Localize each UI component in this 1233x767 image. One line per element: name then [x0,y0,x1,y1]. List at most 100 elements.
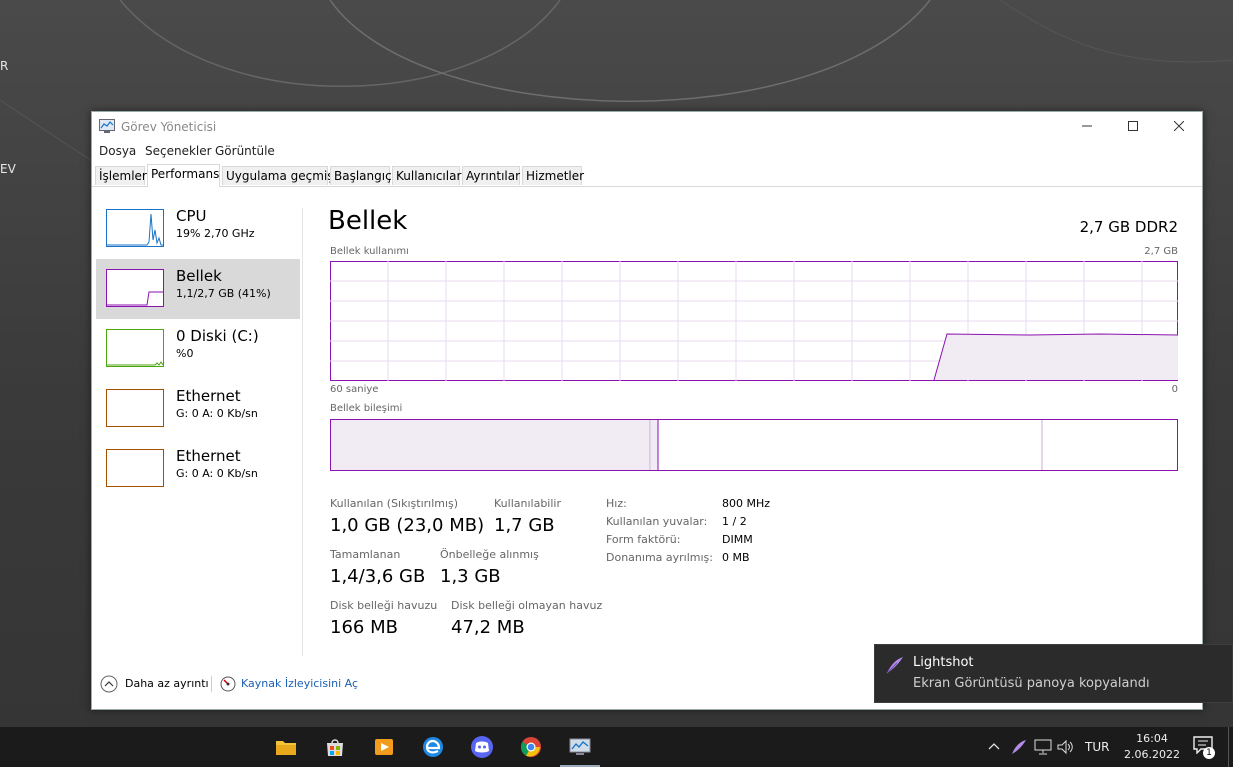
ethernet-thumbnail-graph [106,389,164,427]
axis-left-label: 60 saniye [330,384,379,395]
sidebar-item-name: Ethernet [176,387,241,405]
task-manager-icon [569,738,591,755]
taskbar-media-player[interactable] [360,727,408,767]
detail-value: DIMM [722,533,753,546]
edge-icon [423,737,443,757]
network-icon[interactable] [1034,739,1052,755]
sidebar-item-name: Bellek [176,267,222,285]
clock-time: 16:04 [1136,732,1168,745]
tab-performans[interactable]: Performans [147,164,220,187]
paged-pool-value: 166 MB [330,617,398,638]
disk-sparkline [107,361,164,366]
fewer-details-button[interactable]: Daha az ayrıntı [100,675,212,693]
cpu-sparkline [107,213,163,246]
committed-label: Tamamlanan [330,548,401,561]
clock-date: 2.06.2022 [1124,748,1180,761]
detail-key: Donanıma ayrılmış: [606,551,713,564]
close-button[interactable] [1156,112,1202,140]
clock[interactable]: 16:04 2.06.2022 [1120,731,1184,763]
store-icon [327,739,343,756]
notification-toast[interactable]: Lightshot Ekran Görüntüsü panoya kopyala… [874,644,1233,703]
composition-label: Bellek bileşimi [330,403,403,414]
in-use-value: 1,0 GB (23,0 MB) [330,515,485,536]
menu-goruntule[interactable]: Görüntüle [215,144,275,158]
committed-value: 1,4/3,6 GB [330,566,426,587]
sidebar-divider [302,208,303,656]
detail-key: Form faktörü: [606,533,681,546]
input-language[interactable]: TUR [1085,740,1109,754]
task-manager-window: Görev Yöneticisi Dosya Seçenekler Görünt… [91,111,1203,710]
taskbar-file-explorer[interactable] [262,727,310,767]
chevron-up-circle-icon [100,675,118,693]
window-title: Görev Yöneticisi [121,120,217,134]
menu-dosya[interactable]: Dosya [99,144,136,158]
sidebar-item-sub: G: 0 A: 0 Kb/sn [176,407,258,420]
title-bar[interactable]: Görev Yöneticisi [92,112,1202,140]
tab-ayrintilar[interactable]: Ayrıntılar [462,166,520,185]
desktop-icon-label[interactable]: R [0,59,8,73]
nonpaged-pool-value: 47,2 MB [451,617,525,638]
memory-spec: 2,7 GB DDR2 [1079,218,1178,236]
sidebar-item-name: Ethernet [176,447,241,465]
page-title: Bellek [328,206,408,236]
tab-islemler[interactable]: İşlemler [95,166,147,185]
close-icon [1174,121,1184,131]
sidebar-item-sub: 19% 2,70 GHz [176,227,255,240]
axis-right-label: 0 [1171,384,1178,395]
memory-composition-bar [330,419,1178,471]
tab-strip: İşlemler Performans Uygulama geçmişi Baş… [92,164,1202,187]
volume-icon[interactable] [1057,739,1075,755]
sidebar-item-ethernet-2[interactable]: Ethernet G: 0 A: 0 Kb/sn [96,439,300,499]
sidebar-item-cpu[interactable]: CPU 19% 2,70 GHz [96,199,300,259]
ethernet-thumbnail-graph [106,449,164,487]
sidebar-item-bellek[interactable]: Bellek 1,1/2,7 GB (41%) [96,259,300,319]
sidebar-item-name: CPU [176,207,207,225]
taskbar-chrome[interactable] [507,727,555,767]
media-player-icon [375,739,393,755]
task-manager-app-icon [99,119,115,133]
cached-label: Önbelleğe alınmış [440,548,539,561]
detail-key: Hız: [606,497,627,510]
taskbar-task-manager[interactable] [556,727,604,767]
tab-hizmetler[interactable]: Hizmetler [522,166,584,185]
sidebar-item-sub: 1,1/2,7 GB (41%) [176,287,271,300]
tab-kullanicilar[interactable]: Kullanıcılar [392,166,461,185]
tab-uygulama-gecmisi[interactable]: Uygulama geçmişi [222,166,337,185]
taskbar-store[interactable] [311,727,359,767]
sidebar-item-sub: %0 [176,347,194,360]
action-center-button[interactable]: 1 [1193,736,1217,760]
fewer-details-label: Daha az ayrıntı [125,677,209,690]
cached-value: 1,3 GB [440,566,501,587]
notification-count-badge: 1 [1203,747,1215,759]
paged-pool-label: Disk belleği havuzu [330,599,438,612]
toast-message: Ekran Görüntüsü panoya kopyalandı [913,676,1150,691]
show-desktop-button[interactable] [1228,727,1233,767]
sidebar-item-disk[interactable]: 0 Diski (C:) %0 [96,319,300,379]
tab-baslangic[interactable]: Başlangıç [330,166,392,185]
in-use-label: Kullanılan (Sıkıştırılmış) [330,497,459,510]
resource-monitor-icon [220,676,236,692]
sidebar-item-sub: G: 0 A: 0 Kb/sn [176,467,258,480]
show-hidden-icons-chevron-icon[interactable] [988,741,1000,751]
open-resource-monitor-link[interactable]: Kaynak İzleyicisini Aç [220,675,360,693]
toast-app-name: Lightshot [913,655,974,670]
memory-usage-graph [330,261,1178,381]
detail-key: Kullanılan yuvalar: [606,515,708,528]
sidebar-item-ethernet-1[interactable]: Ethernet G: 0 A: 0 Kb/sn [96,379,300,439]
lightshot-tray-icon[interactable] [1010,738,1028,756]
footer-divider [211,676,212,692]
usage-graph-max: 2,7 GB [1144,246,1178,257]
usage-graph-label: Bellek kullanımı [330,246,409,257]
maximize-icon [1128,121,1138,131]
memory-thumbnail-graph [106,269,164,307]
desktop-icon-label[interactable]: EV [0,162,16,176]
taskbar-discord[interactable] [458,727,506,767]
minimize-icon [1082,125,1092,127]
discord-icon [471,736,493,758]
minimize-button[interactable] [1064,112,1110,140]
sidebar-item-name: 0 Diski (C:) [176,327,259,345]
detail-value: 1 / 2 [722,515,747,528]
menu-secenekler[interactable]: Seçenekler [145,144,212,158]
taskbar-edge[interactable] [409,727,457,767]
maximize-button[interactable] [1110,112,1156,140]
